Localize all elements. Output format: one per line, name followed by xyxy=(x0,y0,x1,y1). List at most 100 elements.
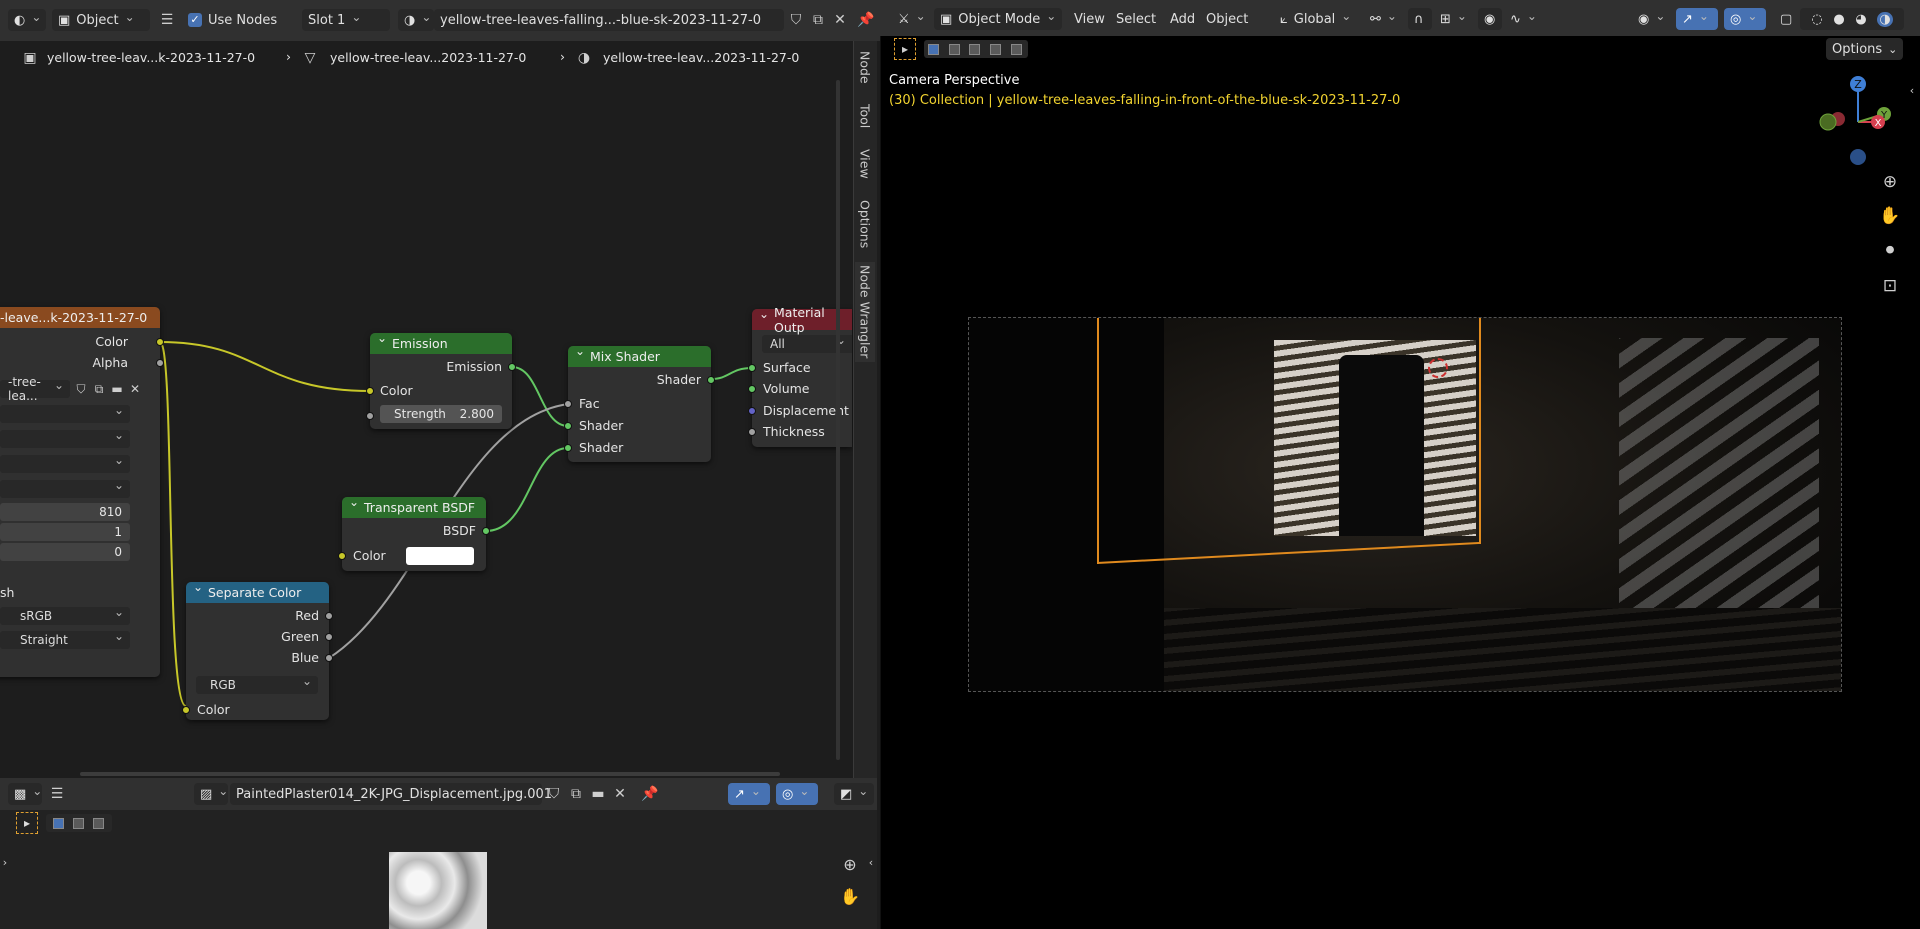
select-tool-icon[interactable]: ▸ xyxy=(894,38,916,60)
extension-dropdown[interactable] xyxy=(0,453,130,473)
pan-hand-icon[interactable]: ✋ xyxy=(1876,202,1904,230)
source-dropdown[interactable] xyxy=(0,478,130,498)
input-color-socket[interactable] xyxy=(338,552,346,560)
3d-cursor[interactable] xyxy=(1428,358,1448,378)
interpolation-dropdown[interactable] xyxy=(0,403,130,423)
output-green-socket[interactable] xyxy=(325,633,333,641)
zoom-icon[interactable]: ⊕ xyxy=(1876,168,1904,196)
mode-dropdown[interactable]: RGB xyxy=(196,674,318,694)
transparent-bsdf-node[interactable]: Transparent BSDF BSDF Color xyxy=(338,495,490,571)
select-new-icon[interactable] xyxy=(927,43,939,55)
fake-user-icon[interactable]: ⛉ xyxy=(544,784,564,804)
transparent-bsdf-node-header[interactable]: Transparent BSDF xyxy=(342,495,486,518)
shading-modes[interactable]: ◌ ● ◕ ◑ xyxy=(1800,8,1904,30)
snap-target-dropdown[interactable]: ⊞ xyxy=(1434,8,1472,30)
image-browse-button[interactable]: ▨ xyxy=(194,783,228,805)
image-texture-node-header[interactable]: -leave...k-2023-11-27-0 xyxy=(0,307,160,328)
strength-field[interactable]: Strength 2.800 xyxy=(380,405,502,423)
tab-node[interactable]: Node xyxy=(855,44,875,90)
snap-toggle[interactable]: ∩ xyxy=(1408,8,1432,30)
output-blue-socket[interactable] xyxy=(325,654,333,662)
tab-tool[interactable]: Tool xyxy=(855,96,875,136)
output-alpha-socket[interactable] xyxy=(156,359,164,367)
chevron-left-icon[interactable]: ‹ xyxy=(1906,80,1918,100)
menu-select[interactable]: Select xyxy=(1110,8,1162,30)
tab-options[interactable]: Options xyxy=(855,194,875,254)
gizmo-toggle[interactable]: ↗ xyxy=(728,783,770,805)
separate-color-node[interactable]: Separate Color Red Green Blue RGB Color xyxy=(182,580,333,720)
input-fac-socket[interactable] xyxy=(564,400,572,408)
menu-add[interactable]: Add xyxy=(1164,8,1201,30)
zoom-icon[interactable]: ⊕ xyxy=(836,850,864,878)
projection-dropdown[interactable] xyxy=(0,428,130,448)
select-new-icon[interactable] xyxy=(52,817,64,829)
output-shader-socket[interactable] xyxy=(707,376,715,384)
chevron-right-icon[interactable]: › xyxy=(0,852,10,872)
image-name-field[interactable]: -tree-lea... xyxy=(0,375,70,403)
menu-object[interactable]: Object xyxy=(1200,8,1254,30)
fake-user-icon[interactable]: ⛉ xyxy=(72,380,90,398)
tab-node-wrangler[interactable]: Node Wrangler xyxy=(855,262,875,362)
start-frame-field[interactable]: 1 xyxy=(0,523,130,541)
color-swatch[interactable] xyxy=(406,547,474,565)
navigation-gizmo[interactable]: Z Y X xyxy=(1808,70,1908,170)
frames-field[interactable]: 810 xyxy=(0,503,130,521)
input-shader-1-socket[interactable] xyxy=(564,422,572,430)
emission-node-header[interactable]: Emission xyxy=(370,331,512,354)
output-emission-socket[interactable] xyxy=(508,363,516,371)
selection-mode-buttons[interactable] xyxy=(46,814,112,832)
visibility-dropdown[interactable]: ◉ xyxy=(1632,8,1670,30)
input-strength-socket[interactable] xyxy=(366,412,374,420)
xray-toggle[interactable]: ▢ xyxy=(1774,8,1798,30)
menu-view[interactable]: View xyxy=(1068,8,1111,30)
select-extend-icon[interactable] xyxy=(948,43,960,55)
image-name-field[interactable]: PaintedPlaster014_2K-JPG_Displacement.jp… xyxy=(230,783,552,805)
image-texture-node[interactable]: -leave...k-2023-11-27-0 Color Alpha -tre… xyxy=(0,307,164,677)
input-thickness-socket[interactable] xyxy=(748,428,756,436)
separate-color-node-header[interactable]: Separate Color xyxy=(186,580,329,603)
folder-icon[interactable]: ▬ xyxy=(588,784,608,804)
horizontal-scrollbar[interactable] xyxy=(80,772,780,776)
options-button[interactable]: Options ⌄ xyxy=(1826,38,1904,60)
input-surface-socket[interactable] xyxy=(748,364,756,372)
material-shading-icon[interactable]: ◕ xyxy=(1855,12,1866,27)
pin-icon[interactable]: 📌 xyxy=(855,10,877,30)
overlay-toggle[interactable]: ◎ xyxy=(1724,8,1766,30)
proportional-edit-toggle[interactable]: ◉ xyxy=(1478,8,1502,30)
colorspace-dropdown[interactable]: sRGB xyxy=(0,605,130,625)
mix-shader-node[interactable]: Mix Shader Shader Fac Shader Shader xyxy=(564,344,715,462)
overlay-toggle[interactable]: ◎ xyxy=(776,783,818,805)
input-displacement-socket[interactable] xyxy=(748,407,756,415)
solid-shading-icon[interactable]: ● xyxy=(1833,12,1844,27)
select-invert-icon[interactable] xyxy=(990,43,1002,55)
offset-field[interactable]: 0 xyxy=(0,543,130,561)
camera-icon[interactable]: ⏺ xyxy=(1876,236,1904,264)
select-intersect-icon[interactable] xyxy=(1011,43,1023,55)
mode-dropdown[interactable]: ▣ Object Mode xyxy=(934,8,1062,30)
close-icon[interactable]: ✕ xyxy=(610,784,630,804)
pin-icon[interactable]: 📌 xyxy=(640,784,660,804)
editor-type-button[interactable]: ⚔ xyxy=(892,8,928,30)
input-volume-socket[interactable] xyxy=(748,385,756,393)
editor-type-button[interactable]: ▩ xyxy=(8,783,42,805)
select-subtract-icon[interactable] xyxy=(969,43,981,55)
orientation-dropdown[interactable]: ⟀ Global xyxy=(1274,8,1360,30)
falloff-dropdown[interactable]: ∿ xyxy=(1504,8,1542,30)
rendered-shading-icon[interactable]: ◑ xyxy=(1877,11,1893,27)
output-red-socket[interactable] xyxy=(325,612,333,620)
select-subtract-icon[interactable] xyxy=(92,817,104,829)
folder-icon[interactable]: ▬ xyxy=(108,380,126,398)
input-shader-2-socket[interactable] xyxy=(564,444,572,452)
lock-icon[interactable]: ⊡ xyxy=(1876,272,1904,300)
pan-hand-icon[interactable]: ✋ xyxy=(836,882,864,910)
gizmo-toggle[interactable]: ↗ xyxy=(1676,8,1718,30)
display-channels-dropdown[interactable]: ◩ xyxy=(834,783,874,805)
output-bsdf-socket[interactable] xyxy=(482,527,490,535)
input-color-socket[interactable] xyxy=(366,387,374,395)
pivot-dropdown[interactable]: ⚯ xyxy=(1364,8,1404,30)
chevron-left-icon[interactable]: ‹ xyxy=(866,852,876,872)
mix-shader-node-header[interactable]: Mix Shader xyxy=(568,344,711,367)
select-extend-icon[interactable] xyxy=(72,817,84,829)
emission-node[interactable]: Emission Emission Color Strength 2.800 xyxy=(366,331,516,429)
menu-icon[interactable]: ☰ xyxy=(48,784,66,804)
